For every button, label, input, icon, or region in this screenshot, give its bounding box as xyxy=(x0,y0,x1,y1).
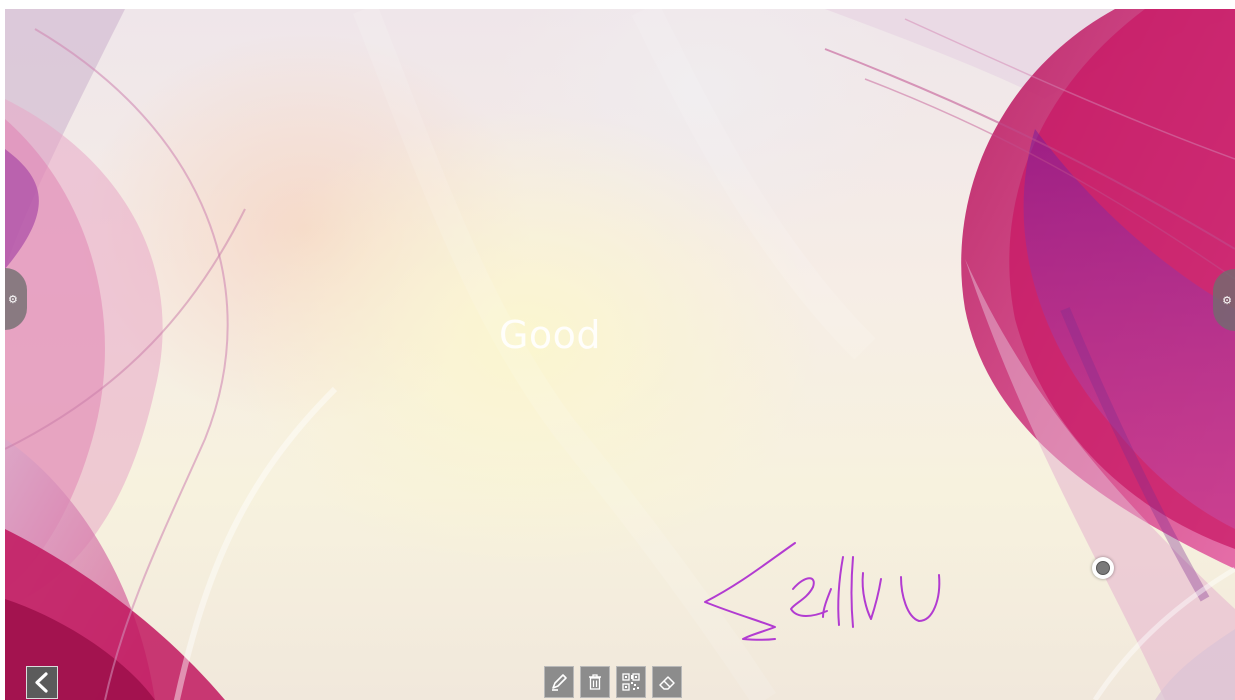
eraser-tool-button[interactable] xyxy=(652,666,682,698)
trash-icon xyxy=(589,674,601,690)
delete-tool-button[interactable] xyxy=(580,666,610,698)
qr-code-tool-button[interactable] xyxy=(616,666,646,698)
floating-menu-dot xyxy=(1096,561,1110,575)
pen-icon xyxy=(552,674,567,691)
chevron-left-icon xyxy=(35,672,48,693)
whiteboard-canvas[interactable]: ⚙ ⚙ Good xyxy=(5,9,1235,700)
gear-icon: ⚙ xyxy=(8,292,18,306)
bottom-toolbar xyxy=(544,666,682,698)
gear-icon: ⚙ xyxy=(1222,293,1232,307)
floating-menu-button[interactable] xyxy=(1092,557,1114,579)
pen-tool-button[interactable] xyxy=(544,666,574,698)
qr-code-icon xyxy=(622,673,640,691)
right-side-panel-tab[interactable]: ⚙ xyxy=(1213,269,1235,331)
back-button[interactable] xyxy=(26,666,58,699)
eraser-icon xyxy=(659,676,675,690)
canvas-text: Good xyxy=(498,313,602,357)
